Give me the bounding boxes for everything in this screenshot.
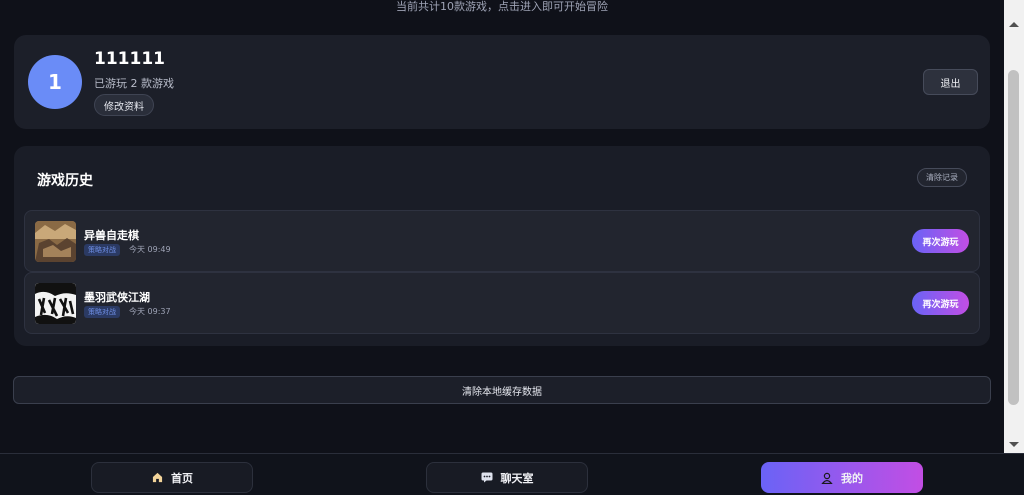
game-thumbnail (35, 221, 76, 262)
game-history-card: 游戏历史 清除记录 异兽自走棋 策略对战 今天 09:49 再次游玩 墨羽武侠江… (14, 146, 990, 346)
bottom-nav: 首页 聊天室 我的 (0, 453, 1024, 495)
avatar: 1 (28, 55, 82, 109)
scroll-thumb[interactable] (1008, 70, 1019, 405)
game-count-subtitle: 当前共计10款游戏，点击进入即可开始冒险 (396, 0, 608, 13)
username: 111111 (94, 49, 165, 69)
nav-me-label: 我的 (841, 471, 863, 485)
game-tag: 策略对战 (84, 244, 120, 256)
nav-chat-label: 聊天室 (500, 471, 534, 485)
game-name: 异兽自走棋 (84, 229, 139, 242)
nav-home-label: 首页 (171, 471, 193, 485)
clear-cache-button[interactable]: 清除本地缓存数据 (13, 376, 991, 404)
clear-history-button[interactable]: 清除记录 (917, 168, 967, 187)
page-scrollbar[interactable] (1004, 0, 1024, 455)
play-again-button[interactable]: 再次游玩 (912, 229, 969, 253)
nav-chat-button[interactable]: 聊天室 (426, 462, 588, 493)
chat-icon (481, 472, 493, 484)
edit-profile-button[interactable]: 修改资料 (94, 94, 154, 116)
nav-me-button[interactable]: 我的 (761, 462, 923, 493)
user-icon (821, 472, 833, 484)
play-again-button[interactable]: 再次游玩 (912, 291, 969, 315)
game-thumbnail (35, 283, 76, 324)
scroll-down-arrow-icon[interactable] (1009, 442, 1019, 447)
play-time: 今天 09:37 (129, 307, 171, 316)
played-count: 已游玩 2 款游戏 (94, 77, 174, 90)
play-time: 今天 09:49 (129, 245, 171, 254)
game-tag: 策略对战 (84, 306, 120, 318)
home-icon (151, 472, 163, 484)
logout-button[interactable]: 退出 (923, 69, 978, 95)
history-item[interactable]: 异兽自走棋 策略对战 今天 09:49 再次游玩 (24, 210, 980, 272)
history-title: 游戏历史 (37, 173, 93, 189)
scroll-up-arrow-icon[interactable] (1009, 22, 1019, 27)
profile-card: 1 111111 已游玩 2 款游戏 修改资料 退出 (14, 35, 990, 129)
nav-home-button[interactable]: 首页 (91, 462, 253, 493)
game-name: 墨羽武侠江湖 (84, 291, 150, 304)
history-item[interactable]: 墨羽武侠江湖 策略对战 今天 09:37 再次游玩 (24, 272, 980, 334)
